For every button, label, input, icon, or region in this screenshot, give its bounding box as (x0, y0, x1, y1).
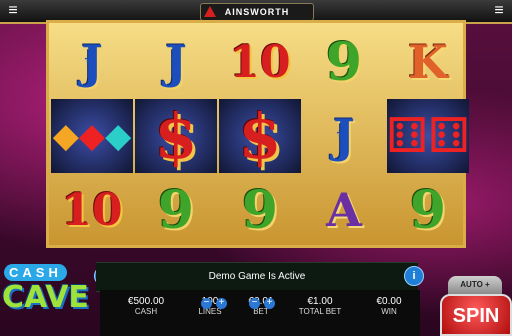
reel-symbol: J ⚜ (81, 35, 103, 89)
reel-1: J ⚜ ◆ ◆ ◆ 10 (51, 23, 133, 245)
reel-symbol: 9 (325, 31, 363, 93)
ainsworth-logo-icon (204, 6, 216, 17)
auto-button[interactable]: AUTO + (448, 276, 502, 294)
auto-label: AUTO (460, 280, 483, 289)
total-bet-value: €1.00 (307, 296, 333, 307)
bet-plus-button[interactable]: + (264, 298, 275, 309)
menu-icon[interactable]: ≡ (4, 2, 22, 20)
fleur-icon: ⚜ (169, 53, 182, 69)
win-meter: €0.00 WIN (364, 296, 414, 316)
reel-symbol: 9 (241, 179, 279, 241)
reel-symbol: 9 (409, 179, 447, 241)
dice-icon: ⚅ (428, 108, 470, 164)
info-button[interactable]: i (404, 266, 424, 286)
reel-3: 10 $ 9 (219, 23, 301, 245)
reels-area: J ⚜ ◆ ◆ ◆ 10 J ⚜ $ 9 10 $ 9 9 J ⚜ A K ⚅ … (46, 20, 470, 248)
reel-symbol: K (408, 35, 448, 89)
logo-top-text: CASH (4, 264, 67, 281)
lines-minus-button[interactable]: − (201, 298, 212, 309)
menu-icon-right[interactable]: ≡ (490, 2, 508, 20)
gems-icon: ◆ (52, 116, 79, 156)
reel-symbol: 10 (229, 36, 291, 88)
reel-4: 9 J ⚜ A (303, 23, 385, 245)
total-bet-meter: €1.00 TOTAL BET (290, 296, 350, 316)
reel-symbol-gems: ◆ ◆ ◆ (51, 99, 133, 173)
logo-bottom-text: CAVE (2, 280, 89, 315)
bet-meter: €0.01 BET (238, 296, 284, 316)
reel-symbol-dollar: $ (219, 99, 301, 173)
reel-symbol: J ⚜ (333, 109, 355, 163)
brand-logo: AINSWORTH (200, 3, 314, 21)
reel-symbol: 10 (61, 184, 123, 236)
reel-2: J ⚜ $ 9 (135, 23, 217, 245)
bet-minus-button[interactable]: − (249, 298, 260, 309)
spin-button[interactable]: SPIN (440, 294, 512, 336)
reel-symbol-dice: ⚅ ⚅ (386, 99, 470, 173)
brand-name: AINSWORTH (224, 7, 290, 17)
reel-symbol: 9 (157, 179, 195, 241)
cash-value: €500.00 (127, 296, 165, 307)
lines-plus-button[interactable]: + (216, 298, 227, 309)
total-bet-label: TOTAL BET (298, 307, 342, 316)
auto-plus-icon: + (485, 280, 490, 289)
bottom-bar: €500.00 CASH 100 LINES €0.01 BET €1.00 T… (100, 290, 420, 336)
message-bar: Demo Game Is Active (96, 262, 418, 292)
bet-label: BET (253, 307, 269, 316)
dice-icon: ⚅ (386, 108, 428, 164)
win-label: WIN (381, 307, 397, 316)
gems-icon: ◆ (105, 116, 132, 156)
reel-symbol-dollar: $ (135, 99, 217, 173)
cash-cave-logo: CASH CAVE (0, 258, 96, 336)
reel-5: K ⚅ ⚅ 9 (386, 23, 470, 245)
fleur-icon: ⚜ (335, 127, 348, 143)
bet-value: €0.01 (248, 296, 274, 307)
cash-meter: €500.00 CASH (118, 296, 174, 316)
reel-symbol: J ⚜ (165, 35, 187, 89)
win-value: €0.00 (376, 296, 402, 307)
cash-label: CASH (134, 307, 158, 316)
fleur-icon: ⚜ (83, 53, 96, 69)
gems-icon: ◆ (78, 116, 106, 156)
reel-symbol: A (326, 183, 362, 237)
